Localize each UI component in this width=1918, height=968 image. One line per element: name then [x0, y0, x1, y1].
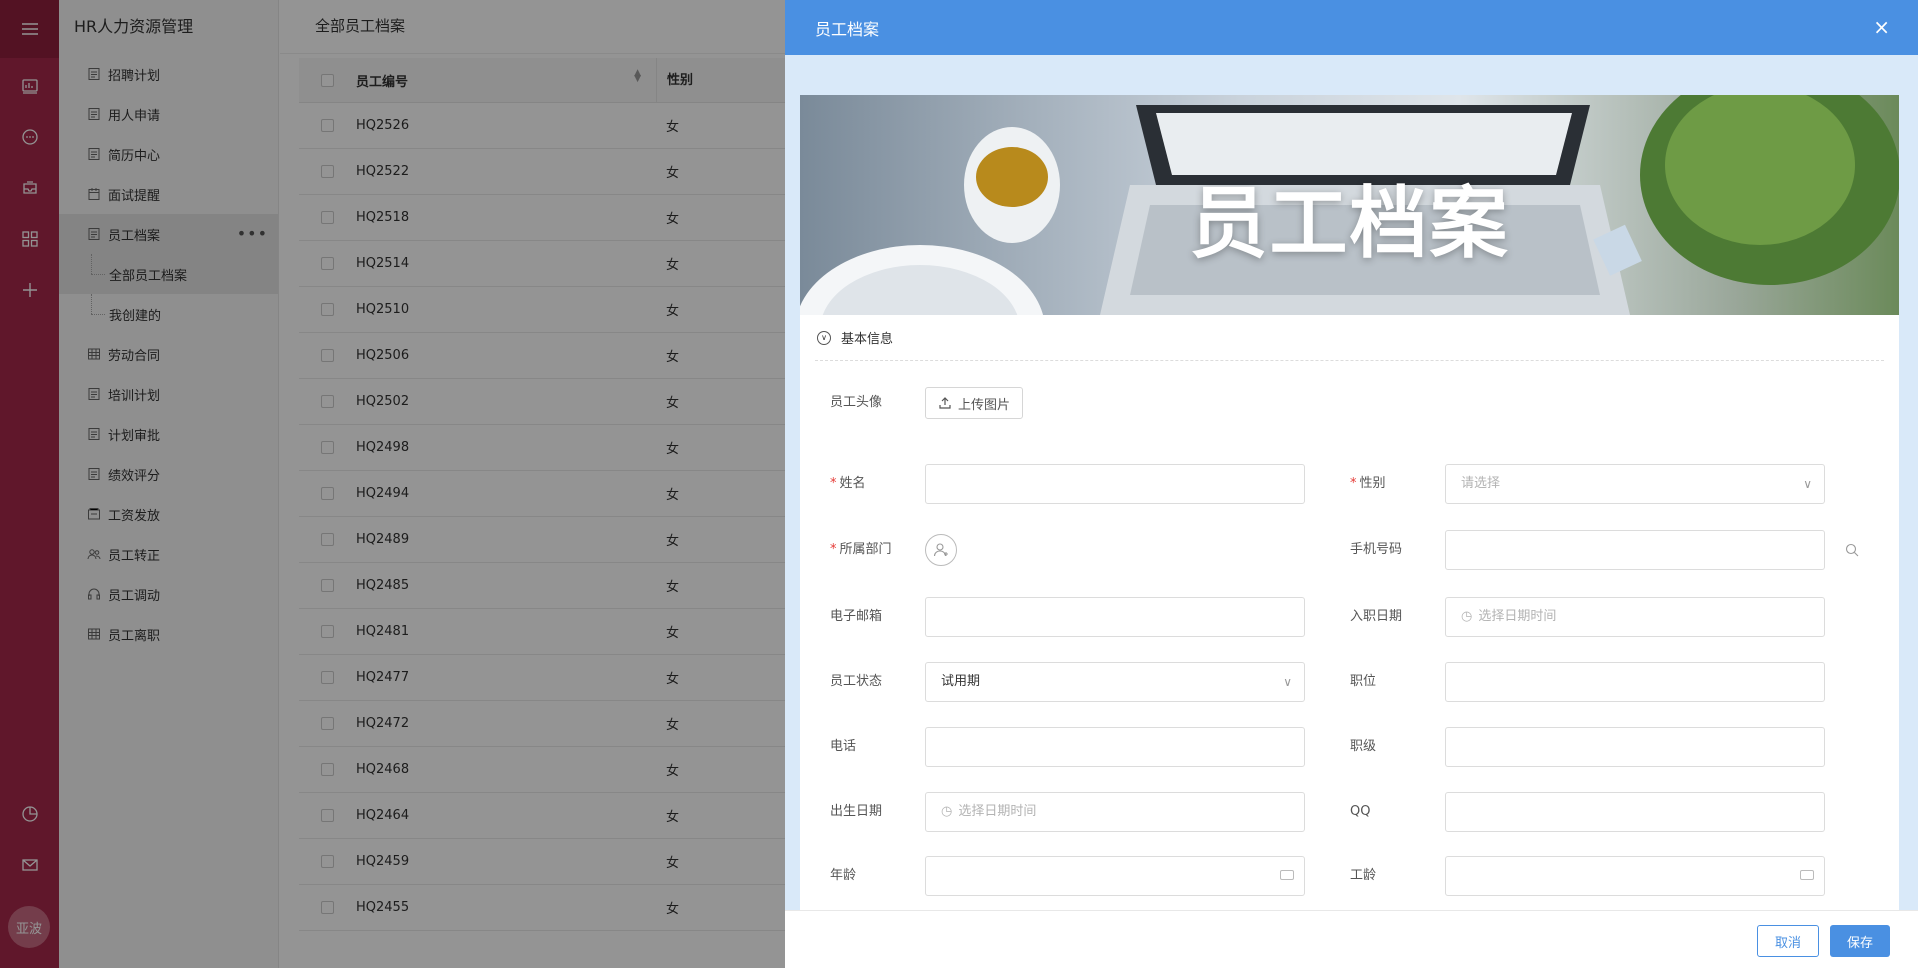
avatar-label: 员工头像 — [830, 395, 883, 410]
drawer-form: 员工档案 ∨ 基本信息 员工头像 上传图片 * 姓名 * 性别 请选择 ∨ * 所属部门 — [800, 95, 1899, 910]
close-icon[interactable]: × — [1873, 17, 1890, 37]
form-row-status-position: 员工状态 试用期 ∨ 职位 — [800, 662, 1899, 702]
clock-icon: ◷ — [941, 804, 953, 819]
form-row-tel-level: 电话 职级 — [800, 727, 1899, 767]
birth-date-picker[interactable]: ◷ 选择日期时间 — [925, 792, 1305, 832]
user-add-icon — [933, 543, 948, 557]
qq-input[interactable] — [1445, 792, 1825, 832]
age-label: 年龄 — [830, 868, 857, 883]
upload-icon — [939, 397, 951, 409]
status-label: 员工状态 — [830, 674, 883, 689]
sex-select[interactable]: 请选择 ∨ — [1445, 464, 1825, 504]
level-label: 职级 — [1350, 739, 1377, 754]
section-title: 基本信息 — [841, 332, 894, 347]
drawer-footer: 取消 保存 — [785, 910, 1918, 968]
dept-label: * 所属部门 — [830, 542, 892, 557]
qq-label: QQ — [1350, 804, 1371, 819]
sex-label: * 性别 — [1350, 476, 1386, 491]
cancel-button[interactable]: 取消 — [1757, 925, 1819, 957]
clock-icon: ◷ — [1461, 609, 1473, 624]
tel-label: 电话 — [830, 739, 857, 754]
form-row-birth-qq: 出生日期 ◷ 选择日期时间 QQ — [800, 792, 1899, 832]
phone-label: 手机号码 — [1350, 542, 1403, 557]
section-basic-info[interactable]: ∨ 基本信息 — [815, 315, 1884, 361]
form-row-dept-phone: * 所属部门 手机号码 — [800, 530, 1899, 570]
select-department-button[interactable] — [925, 534, 957, 566]
form-row-name-sex: * 姓名 * 性别 请选择 ∨ — [800, 464, 1899, 504]
join-date-picker[interactable]: ◷ 选择日期时间 — [1445, 597, 1825, 637]
upload-image-button[interactable]: 上传图片 — [925, 387, 1024, 419]
form-row-email-joindate: 电子邮箱 入职日期 ◷ 选择日期时间 — [800, 597, 1899, 637]
number-icon — [1280, 870, 1294, 880]
work-age-input[interactable] — [1445, 856, 1825, 896]
number-icon — [1800, 870, 1814, 880]
banner-title: 员工档案 — [1189, 179, 1510, 269]
email-label: 电子邮箱 — [830, 609, 883, 624]
status-select[interactable]: 试用期 ∨ — [925, 662, 1305, 702]
employee-archive-drawer: 员工档案 × 员工档案 ∨ 基本信息 员工头像 上传图片 * 姓名 * 性别 请… — [785, 0, 1918, 968]
chevron-down-icon: ∨ — [817, 330, 831, 345]
phone-input[interactable] — [1445, 530, 1825, 570]
name-label: * 姓名 — [830, 476, 866, 491]
level-input[interactable] — [1445, 727, 1825, 767]
search-icon[interactable] — [1845, 543, 1859, 557]
tel-input[interactable] — [925, 727, 1305, 767]
work-age-label: 工龄 — [1350, 868, 1377, 883]
upload-label: 上传图片 — [958, 397, 1011, 413]
banner-image: 员工档案 — [800, 95, 1899, 315]
drawer-header: 员工档案 × — [785, 0, 1918, 55]
age-input[interactable] — [925, 856, 1305, 896]
join-date-label: 入职日期 — [1350, 609, 1403, 624]
modal-backdrop[interactable] — [0, 0, 785, 968]
birth-label: 出生日期 — [830, 804, 883, 819]
drawer-title: 员工档案 — [815, 19, 880, 39]
save-button[interactable]: 保存 — [1830, 925, 1890, 957]
chevron-down-icon: ∨ — [1283, 675, 1292, 689]
chevron-down-icon: ∨ — [1803, 477, 1812, 491]
name-input[interactable] — [925, 464, 1305, 504]
position-input[interactable] — [1445, 662, 1825, 702]
form-row-age-workage: 年龄 工龄 — [800, 856, 1899, 896]
position-label: 职位 — [1350, 674, 1377, 689]
email-input[interactable] — [925, 597, 1305, 637]
avatar-row: 员工头像 上传图片 — [800, 387, 1899, 427]
